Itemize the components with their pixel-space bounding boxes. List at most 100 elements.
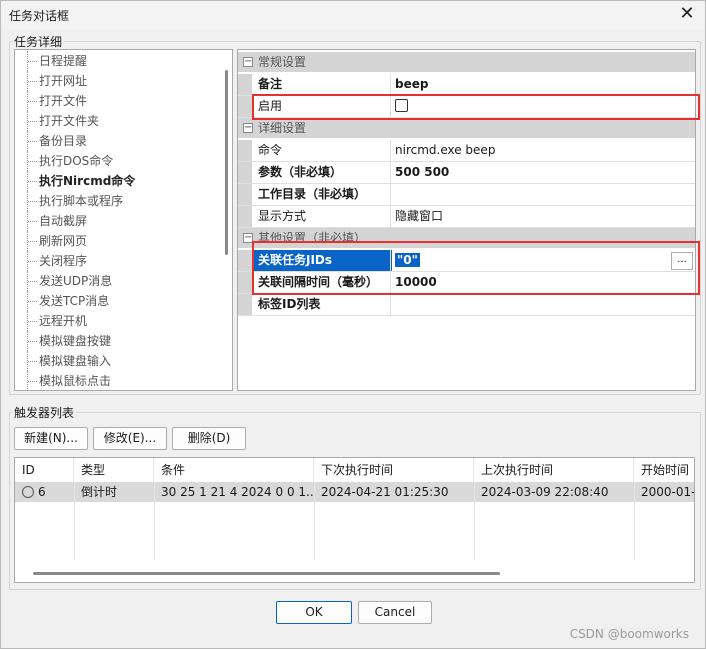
tree-item[interactable]: 执行Nircmd命令 xyxy=(15,171,215,191)
collapse-icon[interactable]: − xyxy=(243,123,253,133)
row-gutter xyxy=(238,294,252,315)
row-condition: 30 25 1 21 4 2024 0 0 1... xyxy=(161,485,314,499)
tree-connector xyxy=(28,201,37,202)
tree-connector xyxy=(28,101,37,102)
tree-item[interactable]: 执行DOS命令 xyxy=(15,151,215,171)
tree-connector xyxy=(28,281,37,282)
jids-browse-button[interactable]: ... xyxy=(671,252,693,270)
col-header-start[interactable]: 开始时间 xyxy=(634,458,694,482)
row-gutter xyxy=(238,96,252,117)
category-other[interactable]: − 其他设置（非必填） xyxy=(238,228,695,248)
tagid-value[interactable] xyxy=(390,294,695,315)
delete-trigger-button[interactable]: 删除(D) xyxy=(172,427,246,450)
tree-connector xyxy=(28,301,37,302)
tree-connector xyxy=(28,341,37,342)
tree-item[interactable]: 执行脚本或程序 xyxy=(15,191,215,211)
collapse-icon[interactable]: − xyxy=(243,233,253,243)
col-header-next[interactable]: 下次执行时间 xyxy=(314,458,474,482)
tree-item-label: 打开网址 xyxy=(39,74,88,88)
task-dialog: 任务对话框 ✕ 任务详细 日程提醒 打开网址 打开文件 打开文件夹 备份目录 执行DOS命… xyxy=(0,0,706,649)
tree-item[interactable]: 打开网址 xyxy=(15,71,215,91)
prop-tagid[interactable]: 标签ID列表 xyxy=(238,294,695,316)
category-detail-label: 详细设置 xyxy=(258,121,307,135)
new-trigger-button[interactable]: 新建(N)... xyxy=(14,427,88,450)
collapse-icon[interactable]: − xyxy=(243,57,253,67)
tree-item-label: 关闭程序 xyxy=(39,254,88,268)
row-type: 倒计时 xyxy=(81,485,118,499)
col-header-condition[interactable]: 条件 xyxy=(154,458,314,482)
col-divider xyxy=(74,482,75,560)
prop-display[interactable]: 显示方式 隐藏窗口 xyxy=(238,206,695,228)
ok-button[interactable]: OK xyxy=(276,601,352,624)
tree-item-label: 日程提醒 xyxy=(39,54,88,68)
tree-connector xyxy=(28,121,37,122)
remark-value[interactable]: beep xyxy=(390,74,695,95)
trigger-list[interactable]: ID 类型 条件 下次执行时间 上次执行时间 开始时间 6 倒计时 30 25 … xyxy=(14,457,695,583)
prop-workdir[interactable]: 工作目录（非必填） xyxy=(238,184,695,206)
tree-item-label: 执行脚本或程序 xyxy=(39,194,124,208)
tree-item[interactable]: 模拟鼠标点击 xyxy=(15,371,215,390)
display-value[interactable]: 隐藏窗口 xyxy=(390,206,695,227)
workdir-value[interactable] xyxy=(390,184,695,205)
row-gutter xyxy=(238,250,252,271)
tree-item[interactable]: 发送UDP消息 xyxy=(15,271,215,291)
tree-item[interactable]: 模拟键盘按键 xyxy=(15,331,215,351)
row-gutter xyxy=(238,206,252,227)
tree-item[interactable]: 刷新网页 xyxy=(15,231,215,251)
tree-item[interactable]: 模拟键盘输入 xyxy=(15,351,215,371)
vertical-scrollbar[interactable] xyxy=(225,70,228,255)
col-header-type[interactable]: 类型 xyxy=(74,458,154,482)
tree-item[interactable]: 日程提醒 xyxy=(15,51,215,71)
category-detail[interactable]: − 详细设置 xyxy=(238,118,695,138)
command-value[interactable]: nircmd.exe beep xyxy=(390,140,695,161)
col-header-last[interactable]: 上次执行时间 xyxy=(474,458,634,482)
tree-item-label: 刷新网页 xyxy=(39,234,88,248)
enabled-checkbox[interactable] xyxy=(395,99,408,112)
tree-item-label: 打开文件 xyxy=(39,94,88,108)
tree-connector xyxy=(28,161,37,162)
prop-command[interactable]: 命令 nircmd.exe beep xyxy=(238,140,695,162)
display-label: 显示方式 xyxy=(258,209,307,223)
prop-jids[interactable]: 关联任务JIDs "0" ... xyxy=(238,250,695,272)
title-bar: 任务对话框 ✕ xyxy=(1,1,705,29)
tree-item-label: 发送UDP消息 xyxy=(39,274,113,288)
tree-connector xyxy=(28,141,37,142)
tree-item-label: 模拟鼠标点击 xyxy=(39,374,112,388)
tree-item-label: 模拟键盘输入 xyxy=(39,354,112,368)
category-other-label: 其他设置（非必填） xyxy=(258,231,367,245)
edit-trigger-button[interactable]: 修改(E)... xyxy=(93,427,167,450)
jids-value-text[interactable]: "0" xyxy=(395,253,420,267)
tree-connector xyxy=(28,81,37,82)
tree-item[interactable]: 备份目录 xyxy=(15,131,215,151)
jids-value[interactable]: "0" xyxy=(390,250,695,271)
enabled-value[interactable] xyxy=(390,96,695,117)
tree-item[interactable]: 打开文件 xyxy=(15,91,215,111)
tree-item[interactable]: 关闭程序 xyxy=(15,251,215,271)
row-last: 2024-03-09 22:08:40 xyxy=(481,485,609,499)
interval-value[interactable]: 10000 xyxy=(390,272,695,293)
watermark: CSDN @boomworks xyxy=(569,627,689,641)
close-icon[interactable]: ✕ xyxy=(677,4,697,24)
table-row[interactable]: 6 倒计时 30 25 1 21 4 2024 0 0 1... 2024-04… xyxy=(15,482,694,502)
category-general[interactable]: − 常规设置 xyxy=(238,52,695,72)
prop-remark[interactable]: 备注 beep xyxy=(238,74,695,96)
prop-params[interactable]: 参数（非必填） 500 500 xyxy=(238,162,695,184)
tree-connector xyxy=(28,241,37,242)
tree-item[interactable]: 远程开机 xyxy=(15,311,215,331)
tree-item[interactable]: 打开文件夹 xyxy=(15,111,215,131)
tree-item[interactable]: 发送TCP消息 xyxy=(15,291,215,311)
prop-interval[interactable]: 关联间隔时间（毫秒） 10000 xyxy=(238,272,695,294)
col-header-id[interactable]: ID xyxy=(15,458,74,482)
tree-item[interactable]: 自动截屏 xyxy=(15,211,215,231)
params-value[interactable]: 500 500 xyxy=(390,162,695,183)
tree-item-label: 自动截屏 xyxy=(39,214,88,228)
horizontal-scrollbar[interactable] xyxy=(33,572,500,575)
tagid-label: 标签ID列表 xyxy=(258,297,321,311)
cancel-button[interactable]: Cancel xyxy=(358,601,432,624)
col-divider xyxy=(154,482,155,560)
tree-connector xyxy=(28,321,37,322)
col-divider xyxy=(634,482,635,560)
prop-enabled[interactable]: 启用 xyxy=(238,96,695,118)
task-type-tree[interactable]: 日程提醒打开网址打开文件打开文件夹 备份目录 执行DOS命令 执行Nircmd命令执行… xyxy=(14,49,233,391)
jids-label: 关联任务JIDs xyxy=(252,250,392,271)
